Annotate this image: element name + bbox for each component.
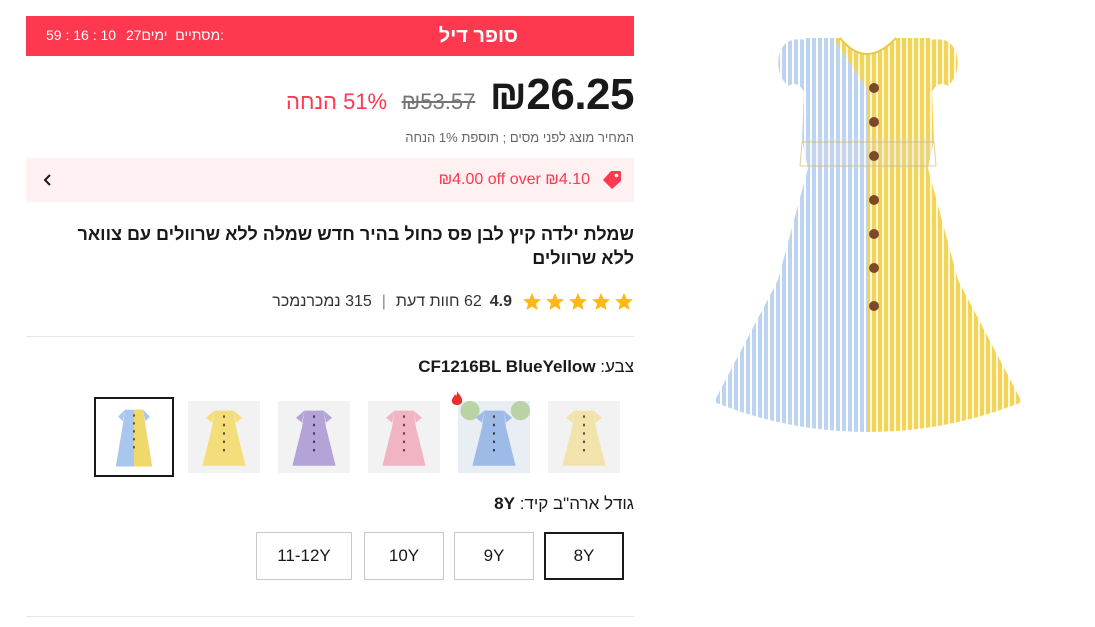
star-rating — [522, 292, 634, 312]
star-icon — [569, 293, 587, 310]
color-swatch-blueyellow[interactable] — [94, 397, 174, 477]
color-label: צבע: CF1216BL BlueYellow — [418, 357, 634, 377]
selected-size: 8Y — [494, 494, 515, 513]
size-label: גודל ארה"ב קיד: 8Y — [494, 494, 634, 514]
dress-thumbnail — [115, 409, 153, 467]
divider — [26, 336, 634, 337]
chevron-left-icon — [43, 174, 51, 186]
coupon-banner[interactable]: ₪4.00 off over ₪4.10 — [26, 158, 634, 202]
color-swatch-purple[interactable] — [278, 401, 350, 473]
rating-row: 4.9 62 חוות דעת | 315 נמכרנמכר — [272, 290, 634, 314]
countdown-timer: 59 : 16 : 10 — [46, 27, 117, 43]
color-swatch-blue[interactable] — [458, 401, 530, 473]
fire-icon — [451, 391, 463, 405]
separator: | — [381, 293, 386, 310]
countdown-ends-label: מסתיים: — [175, 27, 224, 43]
countdown-days: 27 — [125, 27, 142, 43]
countdown-days-label: ימים — [141, 27, 168, 43]
rating-value: 4.9 — [489, 293, 512, 310]
size-option-11-12y[interactable]: 11-12Y — [256, 532, 352, 580]
deal-title: סופר דיל — [438, 25, 518, 47]
deal-countdown: 59 : 16 : 10 27ימים מסתיים: — [46, 16, 224, 56]
dress-thumbnail — [292, 410, 336, 466]
star-icon — [523, 293, 541, 310]
color-swatches — [94, 391, 634, 477]
original-price: ₪53.57 — [401, 89, 476, 114]
currency-symbol: ₪ — [489, 71, 527, 118]
size-label-text: גודל ארה"ב קיד: — [519, 494, 634, 513]
divider — [26, 616, 634, 617]
dress-thumbnail — [562, 410, 606, 466]
super-deal-bar: סופר דיל 59 : 16 : 10 27ימים מסתיים: — [26, 16, 634, 56]
dress-thumbnail — [202, 410, 246, 466]
color-swatch-beige[interactable] — [548, 401, 620, 473]
product-title: שמלת ילדה קיץ לבן פס כחול בהיר חדש שמלה … — [77, 224, 634, 268]
coupon-text: ₪4.00 off over ₪4.10 — [438, 171, 590, 188]
size-option-10y[interactable]: 10Y — [364, 532, 444, 580]
sold-count: 315 נמכרנמכר — [272, 293, 372, 310]
color-label-text: צבע: — [600, 357, 634, 376]
current-price-value: 26.25 — [526, 70, 634, 119]
dress-thumbnail — [382, 410, 426, 466]
tax-note: המחיר מוצג לפני מסים ; תוספת 1% הנחה — [405, 130, 634, 145]
selected-color: CF1216BL BlueYellow — [418, 357, 596, 376]
tag-icon — [603, 171, 621, 189]
star-icon — [546, 293, 564, 310]
star-icon — [592, 293, 610, 310]
size-option-8y[interactable]: 8Y — [544, 532, 624, 580]
size-option-9y[interactable]: 9Y — [454, 532, 534, 580]
star-icon — [615, 293, 633, 310]
price-row: ₪26.25 ₪53.57 51% הנחה — [286, 70, 634, 130]
current-price: ₪26.25 — [489, 70, 635, 120]
dress-thumbnail — [460, 401, 530, 466]
reviews-link[interactable]: 62 חוות דעת — [396, 293, 482, 311]
color-swatch-pink[interactable] — [368, 401, 440, 473]
product-main-image — [714, 37, 1022, 432]
color-swatch-yellow[interactable] — [188, 401, 260, 473]
discount-percent: 51% הנחה — [286, 89, 388, 114]
